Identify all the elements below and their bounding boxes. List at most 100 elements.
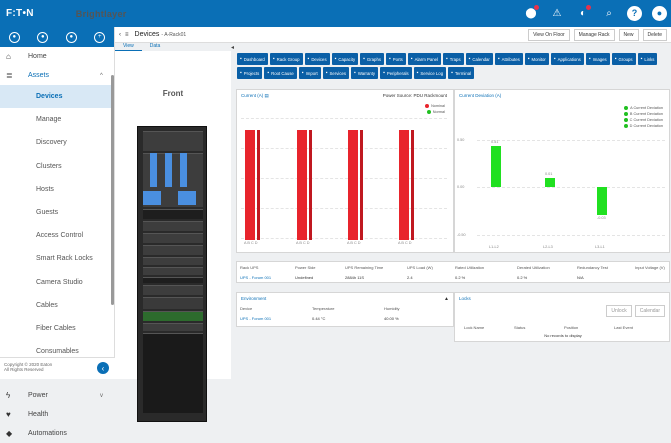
menu-icon[interactable]: ≡	[125, 32, 129, 38]
rack-diagram[interactable]	[137, 126, 207, 422]
calendar-button[interactable]: Calendar	[634, 305, 665, 317]
sidebar-item-home[interactable]: ⌂ Home	[0, 47, 114, 66]
view-on-floor-button[interactable]: View On Floor	[528, 28, 570, 41]
ports-button[interactable]: ▪ Ports	[385, 53, 406, 65]
env-cell[interactable]: UPS - Forum 001	[237, 313, 309, 324]
capacity-button[interactable]: ▪ Capacity	[331, 53, 359, 65]
user-icon[interactable]: ●	[652, 5, 667, 21]
groups-button[interactable]: ▪ Groups	[611, 53, 636, 65]
rack-unit[interactable]	[143, 233, 203, 243]
monitor-icon: ▪	[527, 56, 530, 62]
sidebar-item-smart-rack-locks[interactable]: Smart Rack Locks	[0, 247, 114, 270]
back-icon[interactable]: ‹	[119, 32, 121, 38]
traps-button[interactable]: ▪ Traps	[442, 53, 464, 65]
rack-unit[interactable]	[143, 131, 203, 151]
new-button[interactable]: New	[618, 28, 639, 41]
rack-unit[interactable]	[143, 323, 203, 331]
rack-unit[interactable]	[143, 257, 203, 265]
root-cause-button[interactable]: ▪ Root Cause	[264, 67, 297, 79]
rack-unit[interactable]	[143, 267, 203, 275]
projects-button[interactable]: ▪ Projects	[237, 67, 263, 79]
rack-unit[interactable]	[143, 277, 203, 283]
grid-line	[241, 118, 447, 119]
add-icon[interactable]: +	[94, 31, 106, 43]
warning-icon[interactable]: ⚠	[549, 5, 565, 21]
chat-icon[interactable]: ◐	[575, 5, 591, 21]
terminal-button[interactable]: ▪ Terminal	[448, 67, 475, 79]
rack-unit[interactable]	[143, 333, 203, 413]
dashboard-button[interactable]: ▪ Dashboard	[237, 53, 268, 65]
ups-row[interactable]: UPS - Forum 001 Undefined 2884h 11S 2.4 0.2 …	[237, 272, 671, 283]
sidebar-item-guests[interactable]: Guests	[0, 201, 114, 224]
rack-unit-blue[interactable]	[180, 153, 187, 187]
calendar-button[interactable]: ▪ Calendar	[465, 53, 493, 65]
rack-unit[interactable]	[143, 311, 203, 321]
tab-data[interactable]: Data	[142, 43, 169, 51]
alarm-panel-button[interactable]: ▪ Alarm Panel	[407, 53, 441, 65]
deviation-legend: A Current Deviation	[624, 106, 663, 110]
collapse-card-icon[interactable]: ▲	[444, 296, 449, 302]
sidebar-footer: Copyright © 2020 Eaton All Rights Reserve…	[0, 357, 115, 379]
sidebar-item-access-control[interactable]: Access Control	[0, 224, 114, 247]
chevron-down-icon: v	[100, 392, 103, 399]
rack-unit-blue[interactable]	[143, 191, 161, 205]
unlock-button[interactable]: Unlock	[606, 305, 632, 317]
links-button[interactable]: ▪ Links	[637, 53, 658, 65]
layers-icon[interactable]: ●	[65, 31, 77, 43]
deviation-bar	[491, 146, 501, 187]
chart-icon[interactable]: ▤	[265, 93, 269, 98]
rack-unit[interactable]	[143, 221, 203, 231]
collapse-icon[interactable]: ‹	[97, 362, 109, 374]
environment-row[interactable]: UPS - Forum 001 0.44 °C 40.00 %	[237, 313, 453, 324]
settings-icon[interactable]: ●	[37, 31, 49, 43]
warranty-button[interactable]: ▪ Warranty	[351, 67, 379, 79]
peripherals-button[interactable]: ▪ Peripherals	[380, 67, 412, 79]
tab-view[interactable]: View	[115, 43, 142, 51]
attributes-button[interactable]: ▪ Attributes	[494, 53, 523, 65]
rack-unit[interactable]	[143, 209, 203, 219]
sidebar-item-fiber-cables[interactable]: Fiber Cables	[0, 317, 114, 340]
service-log-icon: ▪	[416, 70, 419, 76]
monitor-button[interactable]: ▪ Monitor	[524, 53, 549, 65]
applications-button[interactable]: ▪ Applications	[550, 53, 584, 65]
sidebar-item-hosts[interactable]: Hosts	[0, 178, 114, 201]
images-button[interactable]: ▪ Images	[585, 53, 610, 65]
sidebar-item-power[interactable]: ϟ Power v	[0, 386, 114, 405]
delete-button[interactable]: Delete	[642, 28, 667, 41]
ups-cell[interactable]: UPS - Forum 001	[237, 272, 292, 283]
rack-unit[interactable]	[143, 245, 203, 255]
devices-button[interactable]: ▪ Devices	[304, 53, 330, 65]
env-cell: 40.00 %	[384, 316, 399, 321]
import-button[interactable]: ▪ Import	[298, 67, 321, 79]
grid-icon[interactable]: ●	[8, 31, 20, 43]
sidebar-item-automations[interactable]: ◆ Automations	[0, 424, 114, 443]
calendar-icon: ▪	[468, 56, 471, 62]
rack-unit-blue[interactable]	[150, 153, 157, 187]
sidebar-item-assets[interactable]: ≣ Assets ^	[0, 66, 114, 85]
search-icon[interactable]: ⌕	[601, 5, 617, 21]
sidebar-item-camera-studio[interactable]: Camera Studio	[0, 271, 114, 294]
sidebar-item-cables[interactable]: Cables	[0, 294, 114, 317]
rack-unit-blue[interactable]	[165, 153, 172, 187]
graphs-button[interactable]: ▪ Graphs	[360, 53, 384, 65]
sidebar-item-health[interactable]: ♥ Health	[0, 405, 114, 424]
current-bar	[309, 130, 312, 240]
current-bar	[257, 130, 260, 240]
manage-rack-button[interactable]: Manage Rack	[573, 28, 615, 41]
ports-label: Ports	[392, 56, 403, 62]
sidebar-scrollbar[interactable]	[111, 75, 114, 305]
sidebar-item-clusters[interactable]: Clusters	[0, 155, 114, 178]
sidebar-item-devices[interactable]: Devices	[0, 85, 114, 109]
service-log-button[interactable]: ▪ Service Log	[413, 67, 447, 79]
rack-unit[interactable]	[143, 297, 203, 309]
rack-unit-blue[interactable]	[178, 191, 196, 205]
page-header: ‹ ≡ Devices - A-Rack01 View On Floor Man…	[115, 27, 671, 43]
rack-unit[interactable]	[143, 285, 203, 295]
sidebar-item-manage[interactable]: Manage	[0, 108, 114, 131]
help-icon[interactable]: ?	[627, 5, 642, 21]
rack-group-button[interactable]: ▪ Rack Group	[269, 53, 303, 65]
services-button[interactable]: ▪ Services	[322, 67, 350, 79]
deviation-value: 0.01	[545, 172, 553, 176]
alarm-icon[interactable]: ⬤	[523, 5, 539, 21]
sidebar-item-discovery[interactable]: Discovery	[0, 131, 114, 154]
